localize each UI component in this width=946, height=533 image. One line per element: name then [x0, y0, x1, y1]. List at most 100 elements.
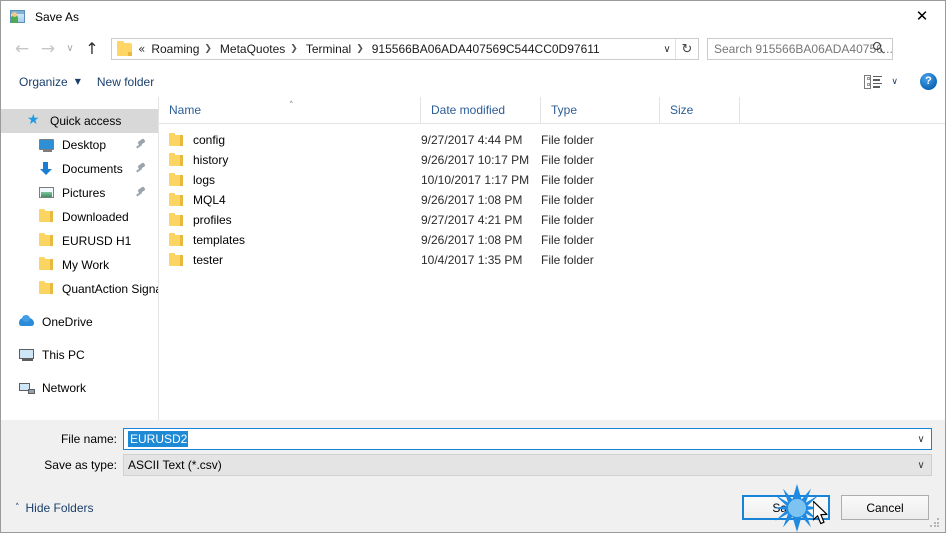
recent-locations-chevron-icon[interactable]: ∨: [61, 37, 79, 61]
address-bar[interactable]: « Roaming ❯ MetaQuotes ❯ Terminal ❯ 9155…: [111, 38, 699, 60]
navigation-bar: ← → ∨ ↑ « Roaming ❯ MetaQuotes ❯ Termina…: [1, 32, 945, 66]
sidebar-item-downloaded[interactable]: Downloaded: [1, 205, 158, 229]
folder-icon: [39, 257, 55, 273]
onedrive-icon: [19, 314, 35, 330]
hide-folders-label: Hide Folders: [25, 501, 94, 515]
sidebar-item-label: EURUSD H1: [62, 234, 132, 248]
sidebar-item-label: Downloaded: [62, 210, 129, 224]
this-pc-icon: [19, 347, 35, 363]
table-row[interactable]: history 9/26/2017 10:17 PM File folder: [159, 150, 945, 170]
file-name-label: File name:: [60, 432, 117, 446]
sidebar-item-label: Quick access: [50, 114, 122, 128]
file-name-value: EURUSD2: [128, 431, 189, 447]
folder-icon: [169, 153, 185, 167]
folder-icon: [169, 193, 185, 207]
folder-icon: [39, 209, 55, 225]
row-name: config: [193, 133, 226, 147]
folder-icon: [169, 233, 185, 247]
sidebar-item-label: OneDrive: [42, 315, 93, 329]
table-row[interactable]: MQL4 9/26/2017 1:08 PM File folder: [159, 190, 945, 210]
sidebar-item-quantaction-signal[interactable]: QuantAction Signal: [1, 277, 158, 301]
pictures-icon: [39, 185, 55, 201]
refresh-icon[interactable]: ↻: [675, 39, 698, 59]
row-date: 9/27/2017 4:44 PM: [421, 133, 523, 147]
row-type: File folder: [541, 233, 594, 247]
save-as-type-row: Save as type: ASCII Text (*.csv) ∨: [1, 454, 945, 476]
column-header-date-modified[interactable]: Date modified: [421, 97, 541, 123]
sidebar-item-my-work[interactable]: My Work: [1, 253, 158, 277]
save-as-type-select[interactable]: ASCII Text (*.csv) ∨: [123, 454, 932, 476]
folder-icon: [169, 213, 185, 227]
column-header-size[interactable]: Size: [660, 97, 740, 123]
search-input[interactable]: Search 915566BA06ADA40756...: [714, 42, 892, 56]
row-name: templates: [193, 233, 246, 247]
sidebar-item-quick-access[interactable]: Quick access: [1, 109, 158, 133]
pin-icon: [136, 185, 146, 199]
sidebar-item-desktop[interactable]: Desktop: [1, 133, 158, 157]
breadcrumb-separator-icon: ❯: [356, 44, 364, 54]
row-name: history: [193, 153, 229, 167]
sidebar-item-network[interactable]: Network: [1, 376, 158, 400]
back-icon[interactable]: ←: [9, 37, 35, 61]
breadcrumb-item-terminal-id[interactable]: 915566BA06ADA407569C544CC0D97611: [369, 40, 603, 58]
folder-icon: [169, 253, 185, 267]
row-date: 9/26/2017 1:08 PM: [421, 233, 523, 247]
table-row[interactable]: config 9/27/2017 4:44 PM File folder: [159, 130, 945, 150]
file-name-input[interactable]: EURUSD2 ∨: [123, 428, 932, 450]
folder-icon: [39, 281, 55, 297]
breadcrumb-item-roaming[interactable]: Roaming: [148, 40, 202, 58]
row-date: 10/4/2017 1:35 PM: [421, 253, 523, 267]
search-box[interactable]: Search 915566BA06ADA40756...: [707, 38, 893, 60]
column-header-name[interactable]: Name ˄: [159, 97, 421, 123]
view-chevron-down-icon[interactable]: ∨: [891, 77, 898, 87]
save-as-dialog: Save As ✕ ← → ∨ ↑ « Roaming ❯ MetaQuotes…: [0, 0, 946, 533]
save-as-window-icon: [10, 9, 26, 25]
toolbar-right-group: ∨ ?: [864, 66, 937, 97]
row-type: File folder: [541, 173, 594, 187]
search-icon: [873, 42, 887, 56]
help-icon[interactable]: ?: [920, 73, 937, 90]
network-icon: [19, 380, 35, 396]
row-name: tester: [193, 253, 224, 267]
breadcrumb-item-metaquotes[interactable]: MetaQuotes: [217, 40, 288, 58]
table-row[interactable]: templates 9/26/2017 1:08 PM File folder: [159, 230, 945, 250]
row-name: profiles: [193, 213, 232, 227]
hide-folders-button[interactable]: ˄ Hide Folders: [15, 501, 94, 515]
sidebar-item-documents[interactable]: Documents: [1, 157, 158, 181]
up-icon[interactable]: ↑: [79, 37, 105, 61]
new-folder-button[interactable]: New folder: [89, 71, 162, 93]
sidebar-item-label: Network: [42, 381, 87, 395]
row-type: File folder: [541, 133, 594, 147]
window-title: Save As: [35, 9, 80, 24]
row-date: 10/10/2017 1:17 PM: [421, 173, 530, 187]
resize-grip-icon[interactable]: [930, 518, 941, 529]
change-view-icon[interactable]: [864, 74, 883, 89]
sidebar-item-pictures[interactable]: Pictures: [1, 181, 158, 205]
row-type: File folder: [541, 213, 594, 227]
breadcrumb-separator-icon: ❯: [204, 44, 212, 54]
address-dropdown-chevron-icon[interactable]: ∨: [658, 39, 676, 59]
close-icon[interactable]: ✕: [899, 1, 945, 31]
organize-button[interactable]: Organize ▼: [11, 71, 89, 93]
save-as-type-label: Save as type:: [44, 458, 117, 472]
table-row[interactable]: profiles 9/27/2017 4:21 PM File folder: [159, 210, 945, 230]
table-row[interactable]: tester 10/4/2017 1:35 PM File folder: [159, 250, 945, 270]
sidebar-item-eurusd-h1[interactable]: EURUSD H1: [1, 229, 158, 253]
chevron-down-icon: ▼: [74, 77, 81, 86]
chevron-down-icon[interactable]: ∨: [911, 429, 931, 449]
chevron-down-icon[interactable]: ∨: [911, 455, 931, 475]
table-row[interactable]: logs 10/10/2017 1:17 PM File folder: [159, 170, 945, 190]
documents-icon: [39, 161, 55, 177]
sidebar-item-onedrive[interactable]: OneDrive: [1, 310, 158, 334]
sidebar-item-this-pc[interactable]: This PC: [1, 343, 158, 367]
forward-icon[interactable]: →: [35, 37, 61, 61]
column-headers: Name ˄ Date modified Type Size: [159, 97, 945, 124]
breadcrumb-overflow-icon[interactable]: «: [138, 42, 145, 56]
save-as-type-value: ASCII Text (*.csv): [128, 458, 222, 472]
desktop-icon: [39, 137, 55, 153]
save-button[interactable]: Save: [742, 495, 830, 520]
cancel-button[interactable]: Cancel: [841, 495, 929, 520]
column-header-type[interactable]: Type: [541, 97, 660, 123]
breadcrumb-item-terminal[interactable]: Terminal: [303, 40, 354, 58]
file-list-pane: Name ˄ Date modified Type Size config 9/…: [159, 97, 945, 420]
